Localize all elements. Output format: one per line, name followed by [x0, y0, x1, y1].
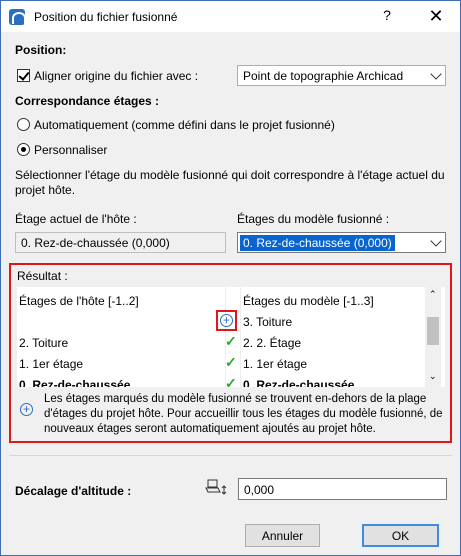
radio-custom-label: Personnaliser	[34, 143, 108, 157]
dialog-window: Position du fichier fusionné ? ✕ Positio…	[0, 0, 461, 556]
table-row-model[interactable]: 3. Toiture	[243, 315, 292, 329]
position-heading: Position:	[15, 43, 67, 57]
align-origin-value: Point de topographie Archicad	[243, 69, 404, 83]
check-icon: ✓	[225, 354, 237, 370]
instruction-text: Sélectionner l'étage du modèle fusionné …	[15, 168, 445, 197]
check-icon: ✓	[225, 333, 237, 349]
table-row-model[interactable]: 2. 2. Étage	[243, 336, 301, 350]
radio-automatic[interactable]	[17, 118, 30, 131]
close-button[interactable]: ✕	[421, 5, 451, 27]
info-message: Les étages marqués du modèle fusionné se…	[44, 393, 443, 435]
table-row-model[interactable]: 0. Rez-de-chaussée	[243, 378, 354, 387]
help-button[interactable]: ?	[375, 7, 399, 27]
elevation-label: Décalage d'altitude :	[15, 484, 132, 498]
ok-button[interactable]: OK	[362, 524, 439, 547]
radio-custom[interactable]	[17, 143, 30, 156]
merged-story-label: Étages du modèle fusionné :	[237, 212, 390, 226]
check-icon: ✓	[225, 375, 237, 387]
radio-automatic-label: Automatiquement (comme défini dans le pr…	[34, 118, 335, 132]
elevation-offset-input[interactable]: 0,000	[238, 478, 447, 500]
scroll-up-icon[interactable]: ⌃	[429, 289, 437, 300]
archicad-app-icon	[9, 9, 26, 25]
cancel-button[interactable]: Annuler	[245, 524, 320, 547]
chevron-down-icon	[430, 235, 442, 247]
align-origin-select[interactable]: Point de topographie Archicad	[237, 65, 446, 86]
table-row-host[interactable]: 2. Toiture	[19, 336, 68, 350]
table-row-host[interactable]: 1. 1er étage	[19, 357, 83, 371]
result-heading: Résultat :	[17, 269, 68, 283]
merged-story-select[interactable]: 0. Rez-de-chaussée (0,000)	[237, 232, 446, 253]
divider	[9, 455, 452, 456]
elevation-offset-icon	[204, 478, 230, 498]
story-mapping-table: Étages de l'hôte [-1..2] Étages du modèl…	[17, 287, 445, 387]
info-add-icon: +	[20, 403, 33, 416]
scroll-thumb[interactable]	[427, 317, 439, 345]
align-origin-checkbox[interactable]	[17, 69, 30, 82]
table-scrollbar[interactable]: ⌃ ⌄	[425, 287, 441, 387]
table-row-model[interactable]: 1. 1er étage	[243, 357, 307, 371]
chevron-down-icon	[430, 68, 442, 80]
story-matching-heading: Correspondance étages :	[15, 94, 160, 108]
model-column-header: Étages du modèle [-1..3]	[243, 294, 374, 308]
merged-story-value: 0. Rez-de-chaussée (0,000)	[240, 235, 395, 251]
window-title: Position du fichier fusionné	[34, 10, 178, 24]
add-story-icon: +	[220, 314, 233, 327]
host-column-header: Étages de l'hôte [-1..2]	[19, 294, 139, 308]
host-story-label: Étage actuel de l'hôte :	[15, 212, 137, 226]
align-origin-label: Aligner origine du fichier avec :	[34, 69, 199, 83]
table-row-host[interactable]: 0. Rez-de-chaussée	[19, 378, 130, 387]
scroll-down-icon[interactable]: ⌄	[429, 371, 437, 382]
result-panel: Résultat : Étages de l'hôte [-1..2] Étag…	[9, 263, 452, 443]
title-bar: Position du fichier fusionné ? ✕	[1, 1, 460, 32]
host-story-field: 0. Rez-de-chaussée (0,000)	[15, 232, 226, 253]
